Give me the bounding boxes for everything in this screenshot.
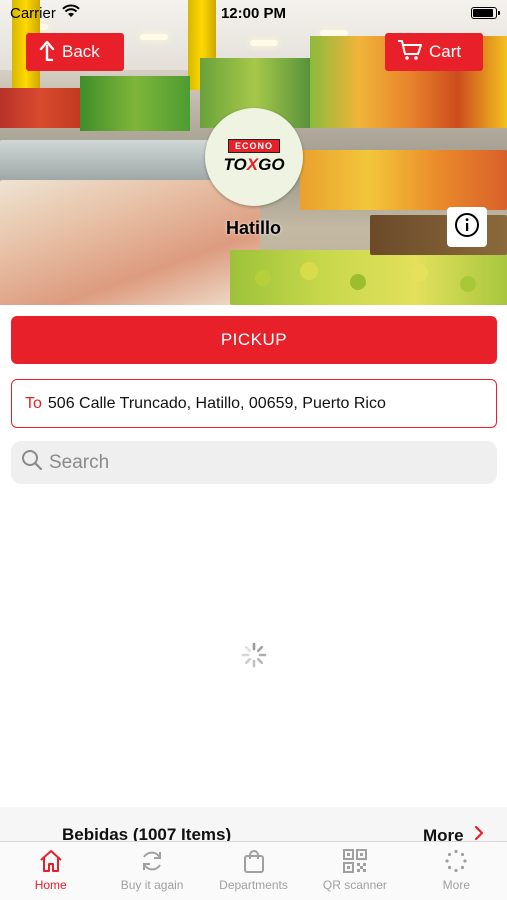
tab-more-label: More — [442, 878, 470, 892]
section-more-link[interactable]: More — [423, 825, 484, 841]
address-prefix: To — [25, 394, 42, 412]
pickup-button[interactable]: PICKUP — [11, 316, 497, 364]
logo-text-top: ECONO — [227, 139, 280, 153]
refresh-icon — [139, 849, 165, 873]
cart-icon — [397, 39, 423, 66]
back-label: Back — [62, 42, 100, 61]
tab-home[interactable]: Home — [0, 842, 101, 900]
info-icon — [454, 212, 480, 243]
tab-home-label: Home — [34, 878, 67, 892]
store-name: Hatillo — [225, 218, 281, 238]
store-logo: ECONO TOXGO — [205, 108, 303, 206]
status-bar: Carrier 12:00 PM — [0, 0, 507, 28]
more-label: More — [423, 825, 464, 842]
search-icon — [21, 449, 43, 477]
store-info-button[interactable] — [447, 207, 487, 247]
dots-icon — [443, 849, 469, 873]
cart-button[interactable]: Cart — [385, 33, 483, 71]
loading-spinner-icon — [241, 642, 267, 668]
back-arrow-icon — [38, 39, 56, 66]
clock: 12:00 PM — [220, 5, 287, 22]
chevron-right-icon — [474, 825, 484, 841]
tab-qr-scanner[interactable]: QR scanner — [304, 842, 405, 900]
search-input[interactable]: Search — [11, 441, 497, 484]
back-button[interactable]: Back — [26, 33, 124, 71]
tab-bar: Home Buy it again Departments QR scanner… — [0, 841, 507, 900]
bag-icon — [241, 849, 267, 873]
category-section-header: Bebidas (1007 Items) More — [0, 807, 507, 841]
address-value: 506 Calle Truncado, Hatillo, 00659, Puer… — [47, 394, 386, 412]
delivery-address-field[interactable]: To 506 Calle Truncado, Hatillo, 00659, P… — [11, 379, 497, 428]
section-title: Bebidas (1007 Items) — [62, 825, 232, 841]
battery-icon — [471, 7, 500, 19]
search-placeholder: Search — [49, 451, 110, 473]
tab-buy-it-again[interactable]: Buy it again — [101, 842, 202, 900]
tab-buy-it-again-label: Buy it again — [120, 878, 184, 892]
tab-more[interactable]: More — [406, 842, 507, 900]
tab-qr-scanner-label: QR scanner — [322, 878, 387, 892]
qr-icon — [342, 849, 368, 873]
cart-label: Cart — [429, 42, 462, 61]
tab-departments-label: Departments — [219, 878, 288, 892]
home-icon — [38, 849, 64, 873]
logo-text-bottom: TOXGO — [223, 155, 285, 174]
tab-departments[interactable]: Departments — [203, 842, 304, 900]
